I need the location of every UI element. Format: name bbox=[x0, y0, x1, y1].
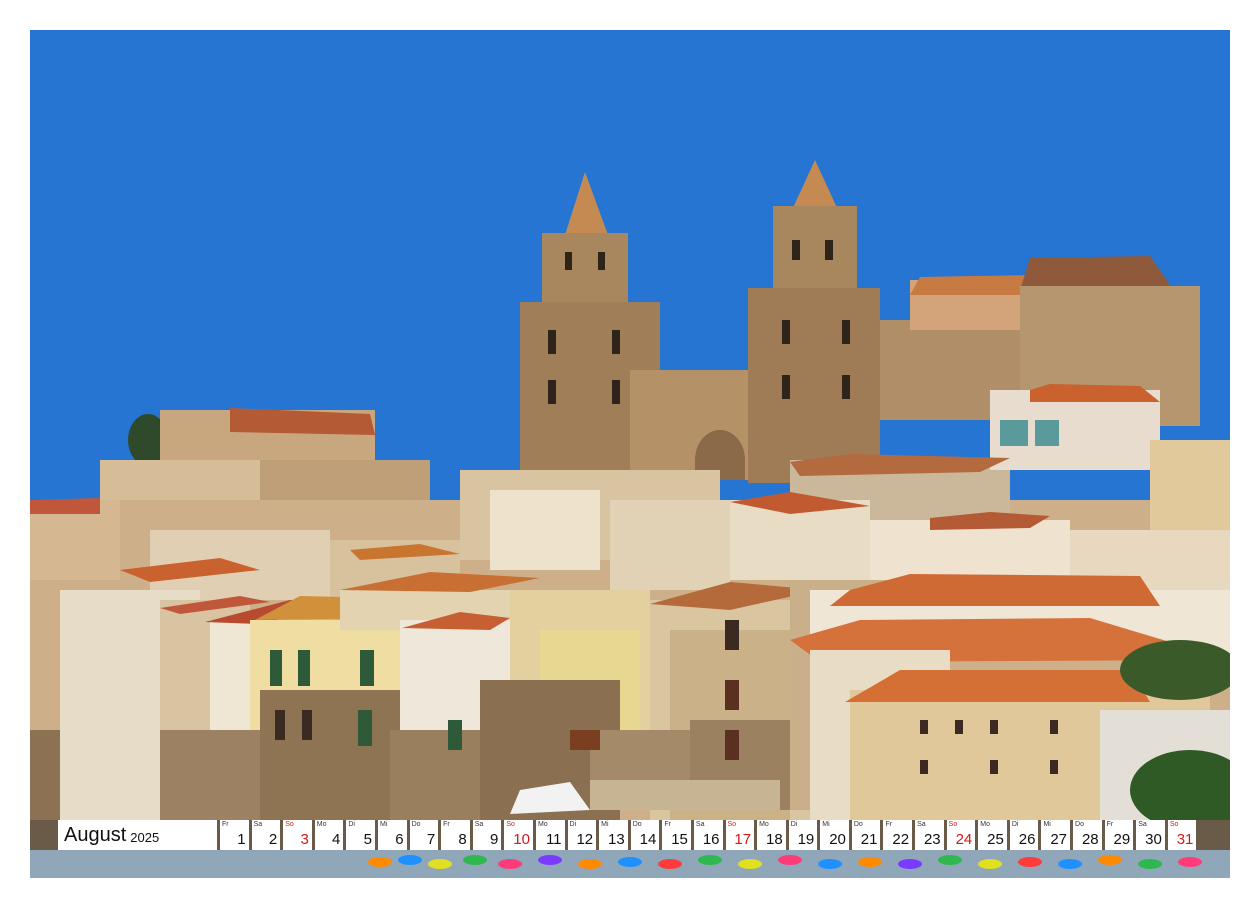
day-cell: So 17 bbox=[725, 820, 755, 850]
day-cell: Do 28 bbox=[1073, 820, 1102, 850]
day-abbr: Di bbox=[569, 821, 577, 828]
day-abbr: Do bbox=[1075, 821, 1084, 828]
day-cell: Do 14 bbox=[630, 820, 660, 850]
month-year: 2025 bbox=[130, 830, 160, 845]
day-number: 26 bbox=[1018, 831, 1036, 848]
day-number: 21 bbox=[860, 831, 878, 848]
day-cell: Sa 23 bbox=[915, 820, 944, 850]
day-abbr: So bbox=[727, 821, 737, 828]
day-cell: Mi 6 bbox=[377, 820, 407, 850]
day-number: 25 bbox=[987, 831, 1004, 848]
day-abbr: Mo bbox=[980, 821, 990, 828]
day-abbr: Di bbox=[348, 821, 355, 828]
day-abbr: Di bbox=[790, 821, 798, 828]
day-number: 12 bbox=[576, 831, 594, 848]
day-number: 15 bbox=[671, 831, 688, 848]
day-abbr: Sa bbox=[917, 821, 926, 828]
calendar-strip: August 2025 Fr 1 Sa 2 So 3 Mo 4 Di 5 Mi 6 Do 7 Fr 8 Sa 9 S… bbox=[58, 820, 1197, 850]
day-abbr: Fr bbox=[1106, 821, 1114, 828]
day-abbr: Fr bbox=[885, 821, 893, 828]
day-cell: Sa 2 bbox=[251, 820, 281, 850]
day-abbr: Do bbox=[853, 821, 863, 828]
day-abbr: Mo bbox=[316, 821, 327, 828]
day-cell: Do 21 bbox=[851, 820, 881, 850]
day-number: 14 bbox=[639, 831, 657, 848]
day-abbr: Sa bbox=[253, 821, 263, 828]
day-number: 20 bbox=[829, 831, 846, 848]
day-number: 11 bbox=[545, 831, 562, 848]
day-abbr: Fr bbox=[222, 821, 229, 828]
day-abbr: Mi bbox=[379, 821, 388, 828]
day-abbr: Mi bbox=[822, 821, 830, 828]
day-number: 10 bbox=[513, 831, 530, 848]
day-cell: Fr 29 bbox=[1104, 820, 1134, 850]
day-cell: Fr 8 bbox=[441, 820, 470, 850]
day-abbr: So bbox=[948, 821, 958, 828]
day-number: 22 bbox=[892, 831, 910, 848]
day-cell: Mi 20 bbox=[820, 820, 849, 850]
day-cell: Mi 13 bbox=[599, 820, 628, 850]
day-cell: Fr 1 bbox=[220, 820, 249, 850]
day-cell: Mo 4 bbox=[314, 820, 344, 850]
day-abbr: Fr bbox=[443, 821, 450, 828]
day-abbr: So bbox=[1169, 821, 1179, 828]
day-cell: Mo 11 bbox=[535, 820, 565, 850]
month-name: August bbox=[64, 823, 127, 846]
day-number: 4 bbox=[332, 831, 341, 848]
day-abbr: Sa bbox=[1138, 821, 1147, 828]
day-number: 6 bbox=[395, 831, 404, 848]
day-cell: Sa 30 bbox=[1136, 820, 1165, 850]
day-number: 17 bbox=[734, 831, 752, 848]
day-number: 29 bbox=[1113, 831, 1131, 848]
day-abbr: Mi bbox=[601, 821, 609, 828]
day-cell: Di 12 bbox=[567, 820, 597, 850]
day-cell: Di 19 bbox=[788, 820, 818, 850]
day-abbr: So bbox=[506, 821, 515, 828]
day-cell: So 10 bbox=[504, 820, 533, 850]
day-number: 13 bbox=[608, 831, 625, 848]
day-number: 8 bbox=[458, 831, 467, 848]
day-abbr: Mo bbox=[537, 821, 548, 828]
calendar-photo bbox=[30, 30, 1230, 878]
day-number: 5 bbox=[363, 831, 372, 848]
day-number: 27 bbox=[1050, 831, 1068, 848]
day-cell: Fr 15 bbox=[662, 820, 691, 850]
day-number: 16 bbox=[702, 831, 720, 848]
day-cell: Mi 27 bbox=[1041, 820, 1071, 850]
day-number: 2 bbox=[268, 831, 278, 848]
day-cell: Mo 25 bbox=[978, 820, 1007, 850]
day-number: 28 bbox=[1081, 831, 1099, 848]
day-cell: So 24 bbox=[946, 820, 976, 850]
day-number: 7 bbox=[426, 831, 436, 848]
month-label: August 2025 bbox=[58, 820, 217, 850]
day-abbr: Mi bbox=[1043, 821, 1051, 828]
day-number: 23 bbox=[923, 831, 941, 848]
day-number: 18 bbox=[766, 831, 783, 848]
day-cell: So 31 bbox=[1167, 820, 1197, 850]
day-abbr: So bbox=[285, 821, 294, 828]
day-abbr: Do bbox=[632, 821, 642, 828]
day-abbr: Mo bbox=[759, 821, 769, 828]
day-number: 24 bbox=[955, 831, 973, 848]
day-cell: Sa 9 bbox=[472, 820, 502, 850]
day-cell: Di 26 bbox=[1009, 820, 1039, 850]
day-cell: So 3 bbox=[283, 820, 312, 850]
day-abbr: Sa bbox=[695, 821, 705, 828]
day-cell: Do 7 bbox=[409, 820, 439, 850]
day-number: 3 bbox=[300, 831, 309, 848]
day-number: 9 bbox=[490, 831, 499, 848]
day-abbr: Sa bbox=[474, 821, 484, 828]
day-number: 1 bbox=[237, 831, 246, 848]
day-cell: Sa 16 bbox=[693, 820, 723, 850]
day-number: 30 bbox=[1145, 831, 1162, 848]
day-abbr: Di bbox=[1011, 821, 1019, 828]
day-abbr: Fr bbox=[664, 821, 671, 828]
day-number: 31 bbox=[1176, 831, 1194, 848]
day-cell: Mo 18 bbox=[757, 820, 786, 850]
day-cell: Fr 22 bbox=[883, 820, 913, 850]
day-cell: Di 5 bbox=[346, 820, 375, 850]
day-number: 19 bbox=[797, 831, 815, 848]
day-abbr: Do bbox=[411, 821, 421, 828]
